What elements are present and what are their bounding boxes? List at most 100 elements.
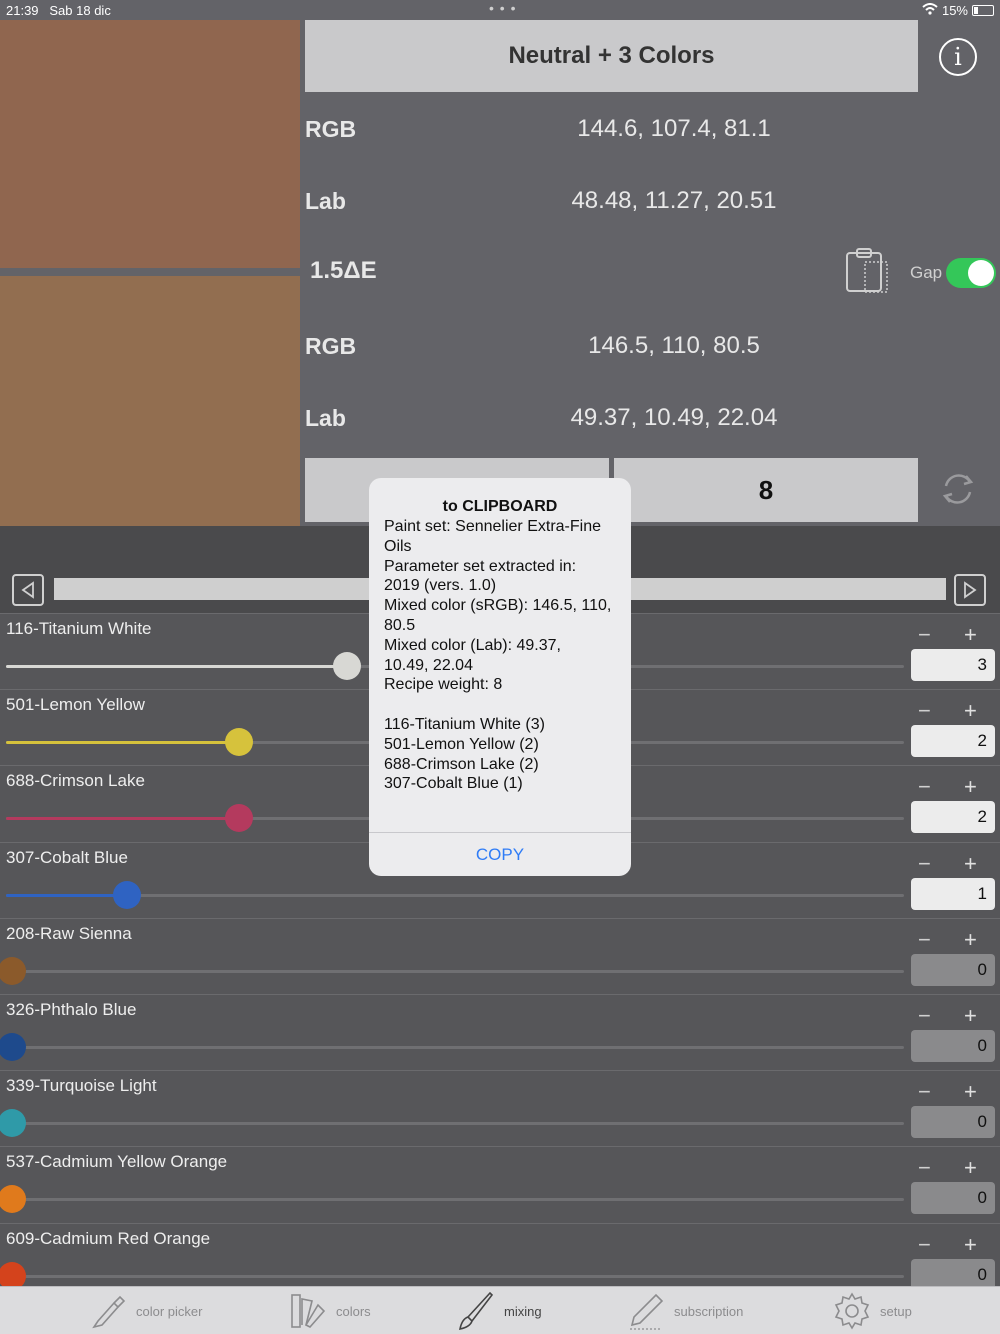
paint-slider-knob[interactable] bbox=[0, 1185, 26, 1214]
decrement-button[interactable]: − bbox=[918, 774, 931, 800]
paint-name: 208-Raw Sienna bbox=[6, 923, 132, 943]
tab-mixing[interactable]: mixing bbox=[456, 1287, 542, 1334]
status-right: 15% bbox=[922, 3, 994, 18]
copy-button[interactable]: COPY bbox=[369, 833, 631, 876]
dialog-line: 116-Titanium White (3) bbox=[384, 715, 545, 733]
paint-slider-knob[interactable] bbox=[0, 1109, 26, 1138]
paint-quantity-field[interactable]: 0 bbox=[911, 1182, 995, 1215]
paint-quantity-field[interactable]: 0 bbox=[911, 1030, 995, 1062]
increment-button[interactable]: + bbox=[964, 698, 977, 724]
increment-button[interactable]: + bbox=[964, 1155, 977, 1181]
mixed-color-swatch bbox=[0, 276, 300, 526]
previous-button[interactable] bbox=[12, 574, 44, 606]
gap-toggle[interactable] bbox=[946, 258, 996, 288]
dialog-line: 80.5 bbox=[384, 616, 416, 634]
paint-name: 688-Crimson Lake bbox=[6, 771, 145, 791]
pen-icon bbox=[630, 1293, 664, 1330]
paint-quantity-field[interactable]: 0 bbox=[911, 953, 995, 986]
decrement-button[interactable]: − bbox=[918, 1079, 931, 1105]
dialog-line: Oils bbox=[384, 537, 412, 555]
increment-button[interactable]: + bbox=[964, 1232, 977, 1258]
battery-icon bbox=[972, 5, 994, 16]
dialog-line: 10.49, 22.04 bbox=[384, 656, 473, 674]
dialog-line: Paint set: Sennelier Extra-Fine bbox=[384, 518, 601, 535]
increment-button[interactable]: + bbox=[964, 1003, 977, 1029]
paint-name: 307-Cobalt Blue bbox=[6, 847, 128, 867]
increment-button[interactable]: + bbox=[964, 622, 977, 648]
wifi-icon bbox=[922, 3, 938, 18]
delta-e-value: 1.5ΔE bbox=[310, 257, 377, 284]
increment-button[interactable]: + bbox=[964, 1079, 977, 1105]
triangle-left-icon bbox=[21, 581, 34, 599]
gap-label: Gap bbox=[910, 263, 943, 282]
gear-icon bbox=[834, 1292, 870, 1330]
paint-name: 609-Cadmium Red Orange bbox=[6, 1228, 211, 1248]
clipboard-icon[interactable] bbox=[845, 248, 889, 294]
dialog-message: Paint set: Sennelier Extra-Fine Oils Par… bbox=[384, 517, 620, 794]
paint-slider-track[interactable] bbox=[6, 1198, 904, 1202]
paint-row: 208-Raw Sienna − + 0 bbox=[0, 917, 1000, 994]
dialog-title: to CLIPBOARD bbox=[442, 498, 558, 515]
paint-row: 537-Cadmium Yellow Orange − + 0 bbox=[0, 1146, 1000, 1222]
status-bar: 21:39 Sab 18 dic • • • 15% bbox=[0, 0, 1000, 20]
color-swatches-icon bbox=[291, 1294, 326, 1328]
info-icon[interactable]: i bbox=[939, 38, 977, 76]
paint-slider-fill bbox=[6, 817, 240, 821]
paint-slider-knob[interactable] bbox=[113, 880, 142, 909]
decrement-button[interactable]: − bbox=[918, 622, 931, 648]
increment-button[interactable]: + bbox=[964, 774, 977, 800]
tab-subscription[interactable]: subscription bbox=[626, 1287, 743, 1334]
dialog-line: 307-Cobalt Blue (1) bbox=[384, 775, 523, 793]
eyedropper-icon bbox=[92, 1295, 126, 1329]
mixed-rgb-label: RGB bbox=[305, 333, 357, 359]
dialog-line: Recipe weight: 8 bbox=[384, 676, 503, 694]
dialog-line bbox=[384, 695, 620, 715]
paint-slider-knob[interactable] bbox=[0, 1033, 26, 1061]
paint-quantity-field[interactable]: 2 bbox=[911, 801, 995, 834]
decrement-button[interactable]: − bbox=[918, 698, 931, 724]
status-time: 21:39 Sab 18 dic bbox=[6, 3, 111, 18]
refresh-icon[interactable] bbox=[940, 470, 976, 508]
paint-slider-track[interactable] bbox=[6, 1274, 904, 1278]
brush-icon bbox=[458, 1291, 494, 1331]
increment-button[interactable]: + bbox=[964, 927, 977, 953]
paint-name: 501-Lemon Yellow bbox=[6, 695, 145, 715]
decrement-button[interactable]: − bbox=[918, 1232, 931, 1258]
paint-slider-knob[interactable] bbox=[0, 956, 26, 985]
paint-quantity-field[interactable]: 2 bbox=[911, 725, 995, 758]
paint-name: 339-Turquoise Light bbox=[6, 1076, 157, 1096]
decrement-button[interactable]: − bbox=[918, 927, 931, 953]
increment-button[interactable]: + bbox=[964, 851, 977, 877]
target-lab-label: Lab bbox=[305, 188, 346, 214]
mix-mode-title-button[interactable]: Neutral + 3 Colors bbox=[305, 20, 918, 92]
paint-slider-fill bbox=[6, 893, 128, 897]
tab-setup[interactable]: setup bbox=[832, 1287, 912, 1334]
paint-quantity-field[interactable]: 1 bbox=[911, 877, 995, 910]
target-rgb-label: RGB bbox=[305, 116, 357, 142]
paint-slider-track[interactable] bbox=[6, 1046, 904, 1049]
paint-slider-knob[interactable] bbox=[225, 728, 254, 757]
recipe-weight-button[interactable]: 8 bbox=[614, 458, 918, 522]
paint-slider-knob[interactable] bbox=[225, 804, 254, 833]
triangle-right-icon bbox=[964, 581, 977, 599]
decrement-button[interactable]: − bbox=[918, 1155, 931, 1181]
target-rgb-value: 144.6, 107.4, 81.1 bbox=[577, 115, 771, 142]
paint-slider-knob[interactable] bbox=[333, 652, 362, 680]
target-color-swatch bbox=[0, 20, 300, 268]
dialog-line: Mixed color (sRGB): 146.5, 110, bbox=[384, 597, 612, 615]
dialog-line: 2019 (vers. 1.0) bbox=[384, 577, 497, 595]
decrement-button[interactable]: − bbox=[918, 1003, 931, 1029]
paint-quantity-field[interactable]: 0 bbox=[911, 1106, 995, 1139]
dialog-line: 501-Lemon Yellow (2) bbox=[384, 735, 539, 753]
battery-percent: 15% bbox=[941, 3, 968, 18]
paint-row: 326-Phthalo Blue − + 0 bbox=[0, 994, 1000, 1070]
multitasking-dots[interactable]: • • • bbox=[489, 0, 516, 16]
paint-quantity-field[interactable]: 3 bbox=[911, 649, 995, 681]
next-button[interactable] bbox=[954, 574, 986, 606]
decrement-button[interactable]: − bbox=[918, 851, 931, 877]
tab-color-picker[interactable]: color picker bbox=[88, 1287, 202, 1334]
tab-colors[interactable]: colors bbox=[288, 1287, 371, 1334]
paint-slider-track[interactable] bbox=[6, 969, 904, 973]
mixed-lab-label: Lab bbox=[305, 405, 346, 431]
paint-slider-track[interactable] bbox=[6, 1122, 904, 1126]
